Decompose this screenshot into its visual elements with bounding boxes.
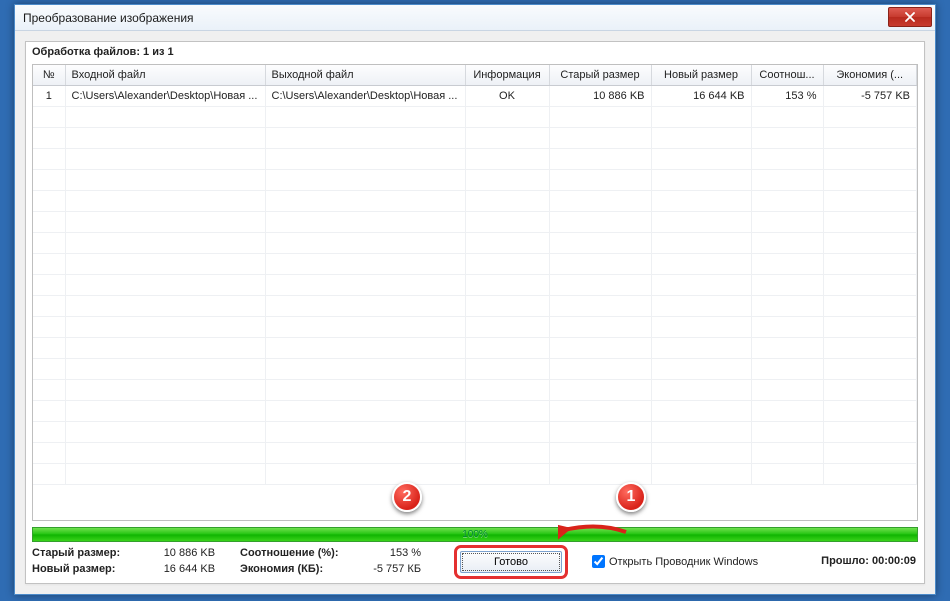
table-row-empty: . [33, 422, 917, 443]
annotation-marker-1: 1 [616, 482, 646, 512]
col-new-size[interactable]: Новый размер [651, 65, 751, 86]
open-explorer-label: Открыть Проводник Windows [609, 556, 758, 568]
table-row-empty: . [33, 380, 917, 401]
content-panel: Обработка файлов: 1 из 1 № Входной файл … [25, 41, 925, 584]
new-size-value: 16 644 KB [135, 563, 215, 575]
table-row-empty: . [33, 317, 917, 338]
cell-ratio: 153 % [751, 86, 823, 107]
ratio-value: 153 % [355, 547, 421, 559]
table-row-empty: . [33, 128, 917, 149]
titlebar: Преобразование изображения [15, 5, 935, 31]
cell-info: OK [465, 86, 549, 107]
annotation-arrow [558, 518, 628, 542]
table-row-empty: . [33, 464, 917, 485]
progress-text: 100% [33, 528, 917, 541]
new-size-label: Новый размер: [32, 563, 132, 575]
table-row-empty: . [33, 191, 917, 212]
ratio-label: Соотношение (%): [240, 547, 352, 559]
cell-input-file: C:\Users\Alexander\Desktop\Новая ... [65, 86, 265, 107]
processing-status: Обработка файлов: 1 из 1 [32, 46, 174, 58]
cell-number: 1 [33, 86, 65, 107]
table-row-empty: . [33, 296, 917, 317]
dialog-window: Преобразование изображения Обработка фай… [14, 4, 936, 595]
open-explorer-option[interactable]: Открыть Проводник Windows [592, 555, 758, 568]
table-row[interactable]: 1C:\Users\Alexander\Desktop\Новая ...C:\… [33, 86, 917, 107]
close-icon [905, 12, 915, 22]
table-row-empty: . [33, 170, 917, 191]
savings-label: Экономия (КБ): [240, 563, 352, 575]
table-row-empty: . [33, 443, 917, 464]
table-row-empty: . [33, 359, 917, 380]
results-table: № Входной файл Выходной файл Информация … [33, 65, 917, 485]
table-row-empty: . [33, 212, 917, 233]
col-savings[interactable]: Экономия (... [823, 65, 917, 86]
footer: Старый размер: 10 886 KB Новый размер: 1… [32, 545, 918, 579]
col-old-size[interactable]: Старый размер [549, 65, 651, 86]
old-size-value: 10 886 KB [135, 547, 215, 559]
table-row-empty: . [33, 275, 917, 296]
results-table-wrap: № Входной файл Выходной файл Информация … [32, 64, 918, 521]
done-button[interactable]: Готово [460, 551, 562, 573]
cell-new-size: 16 644 KB [651, 86, 751, 107]
savings-value: -5 757 КБ [355, 563, 421, 575]
open-explorer-checkbox[interactable] [592, 555, 605, 568]
col-input-file[interactable]: Входной файл [65, 65, 265, 86]
col-info[interactable]: Информация [465, 65, 549, 86]
annotation-marker-2: 2 [392, 482, 422, 512]
table-row-empty: . [33, 107, 917, 128]
table-row-empty: . [33, 254, 917, 275]
progress-bar: 100% [32, 527, 918, 542]
elapsed-time: Прошло: 00:00:09 [821, 555, 916, 567]
col-number[interactable]: № [33, 65, 65, 86]
cell-output-file: C:\Users\Alexander\Desktop\Новая ... [265, 86, 465, 107]
table-row-empty: . [33, 338, 917, 359]
col-ratio[interactable]: Соотнош... [751, 65, 823, 86]
cell-savings: -5 757 KB [823, 86, 917, 107]
window-title: Преобразование изображения [23, 11, 194, 25]
table-row-empty: . [33, 233, 917, 254]
old-size-label: Старый размер: [32, 547, 132, 559]
close-button[interactable] [888, 7, 932, 27]
col-output-file[interactable]: Выходной файл [265, 65, 465, 86]
cell-old-size: 10 886 KB [549, 86, 651, 107]
table-row-empty: . [33, 149, 917, 170]
table-row-empty: . [33, 401, 917, 422]
